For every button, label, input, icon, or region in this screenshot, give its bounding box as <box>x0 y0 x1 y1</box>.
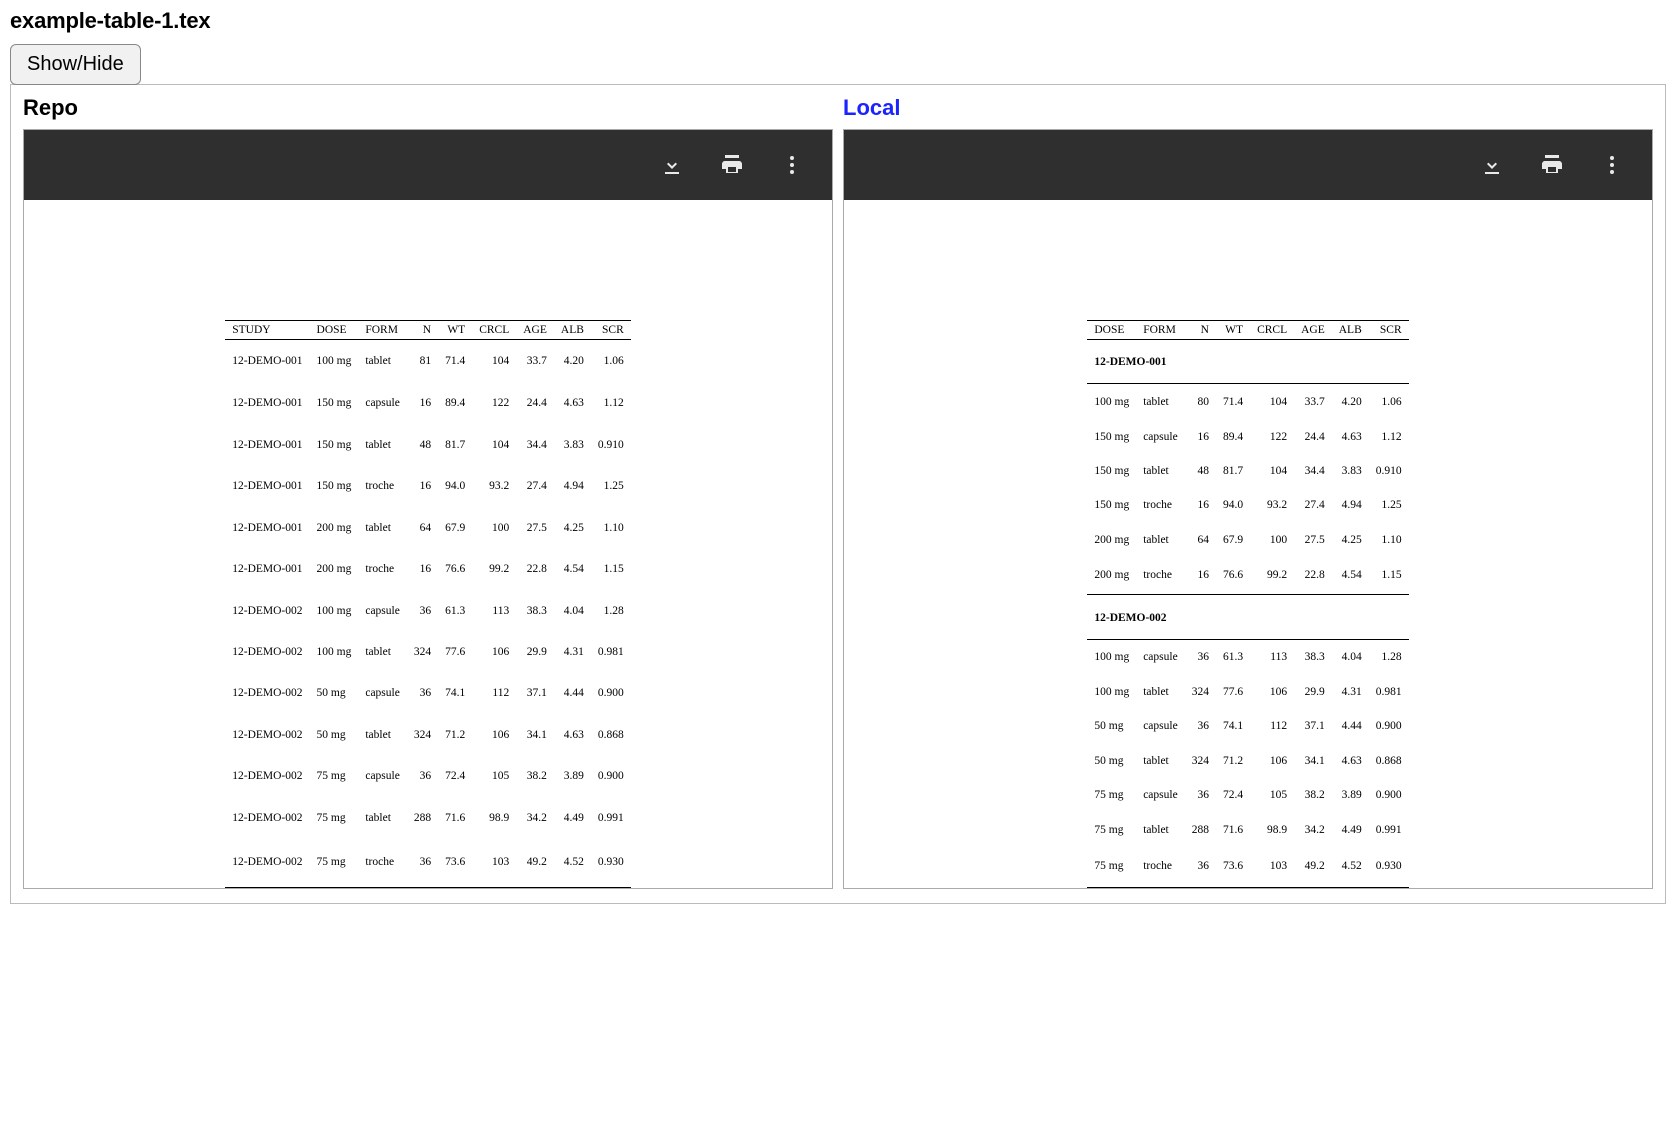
pdf-page-local[interactable]: DOSE FORM N WT CRCL AGE ALB SCR 12-DEMO-… <box>844 200 1652 888</box>
col-dose: DOSE <box>1087 321 1136 340</box>
showhide-button[interactable]: Show/Hide <box>10 44 141 85</box>
col-dose: DOSE <box>310 321 359 340</box>
pane-repo-title: Repo <box>23 95 833 121</box>
col-form: FORM <box>1136 321 1184 340</box>
col-wt: WT <box>1216 321 1250 340</box>
group-header: 12-DEMO-002 <box>1087 595 1408 639</box>
col-alb: ALB <box>554 321 591 340</box>
compare-frame: Repo STUDY DOSE FORM N WT CRCL AGE <box>10 84 1666 904</box>
col-wt: WT <box>438 321 472 340</box>
download-icon[interactable] <box>1480 153 1504 177</box>
col-crcl: CRCL <box>472 321 516 340</box>
data-table-repo: STUDY DOSE FORM N WT CRCL AGE ALB SCR 12… <box>225 320 631 888</box>
pane-local-title: Local <box>843 95 1653 121</box>
pdf-toolbar-repo <box>24 130 832 200</box>
col-scr: SCR <box>1369 321 1409 340</box>
table-row: 12-DEMO-001100 mgtablet8171.410433.74.20… <box>225 340 631 383</box>
print-icon[interactable] <box>1540 153 1564 177</box>
table-row: 12-DEMO-00275 mgtablet28871.698.934.24.4… <box>225 797 631 838</box>
more-vert-icon[interactable] <box>1600 153 1624 177</box>
table-row: 12-DEMO-00275 mgcapsule3672.410538.23.89… <box>225 756 631 797</box>
table-row: 100 mgcapsule3661.311338.34.041.28 <box>1087 639 1408 675</box>
page-title: example-table-1.tex <box>10 8 1666 34</box>
table-row: 200 mgtablet6467.910027.54.251.10 <box>1087 523 1408 557</box>
table-row: 12-DEMO-002100 mgcapsule3661.311338.34.0… <box>225 590 631 631</box>
table-row: 50 mgcapsule3674.111237.14.440.900 <box>1087 709 1408 743</box>
table-row: 12-DEMO-00275 mgtroche3673.610349.24.520… <box>225 839 631 888</box>
col-crcl: CRCL <box>1250 321 1294 340</box>
pdf-viewer-local: DOSE FORM N WT CRCL AGE ALB SCR 12-DEMO-… <box>843 129 1653 889</box>
download-icon[interactable] <box>660 153 684 177</box>
table-row: 12-DEMO-001200 mgtablet6467.910027.54.25… <box>225 507 631 548</box>
group-header: 12-DEMO-001 <box>1087 340 1408 384</box>
table-row: 150 mgcapsule1689.412224.44.631.12 <box>1087 419 1408 453</box>
table-row: 12-DEMO-001150 mgtroche1694.093.227.44.9… <box>225 465 631 506</box>
table-row: 12-DEMO-001150 mgcapsule1689.412224.44.6… <box>225 382 631 423</box>
table-row: 75 mgtablet28871.698.934.24.490.991 <box>1087 812 1408 846</box>
pdf-viewer-repo: STUDY DOSE FORM N WT CRCL AGE ALB SCR 12… <box>23 129 833 889</box>
table-row: 12-DEMO-002100 mgtablet32477.610629.94.3… <box>225 631 631 672</box>
table-row: 75 mgtroche3673.610349.24.520.930 <box>1087 847 1408 888</box>
col-n: N <box>407 321 438 340</box>
table-row: 50 mgtablet32471.210634.14.630.868 <box>1087 744 1408 778</box>
col-age: AGE <box>516 321 554 340</box>
print-icon[interactable] <box>720 153 744 177</box>
table-row: 12-DEMO-001200 mgtroche1676.699.222.84.5… <box>225 548 631 589</box>
table-row: 150 mgtablet4881.710434.43.830.910 <box>1087 454 1408 488</box>
table-row: 100 mgtablet32477.610629.94.310.981 <box>1087 675 1408 709</box>
table-row: 12-DEMO-00250 mgtablet32471.210634.14.63… <box>225 714 631 755</box>
col-form: FORM <box>358 321 406 340</box>
table-row: 200 mgtroche1676.699.222.84.541.15 <box>1087 557 1408 595</box>
more-vert-icon[interactable] <box>780 153 804 177</box>
pdf-toolbar-local <box>844 130 1652 200</box>
table-row: 150 mgtroche1694.093.227.44.941.25 <box>1087 488 1408 522</box>
pane-repo: Repo STUDY DOSE FORM N WT CRCL AGE <box>23 95 833 889</box>
col-scr: SCR <box>591 321 631 340</box>
pane-local: Local DOSE FORM N WT CRCL AGE ALB <box>843 95 1653 889</box>
col-study: STUDY <box>225 321 309 340</box>
table-row: 12-DEMO-001150 mgtablet4881.710434.43.83… <box>225 424 631 465</box>
col-n: N <box>1185 321 1216 340</box>
pdf-page-repo[interactable]: STUDY DOSE FORM N WT CRCL AGE ALB SCR 12… <box>24 200 832 888</box>
data-table-local: DOSE FORM N WT CRCL AGE ALB SCR 12-DEMO-… <box>1087 320 1408 888</box>
table-row: 12-DEMO-00250 mgcapsule3674.111237.14.44… <box>225 673 631 714</box>
table-row: 75 mgcapsule3672.410538.23.890.900 <box>1087 778 1408 812</box>
col-alb: ALB <box>1332 321 1369 340</box>
col-age: AGE <box>1294 321 1332 340</box>
table-row: 100 mgtablet8071.410433.74.201.06 <box>1087 384 1408 420</box>
